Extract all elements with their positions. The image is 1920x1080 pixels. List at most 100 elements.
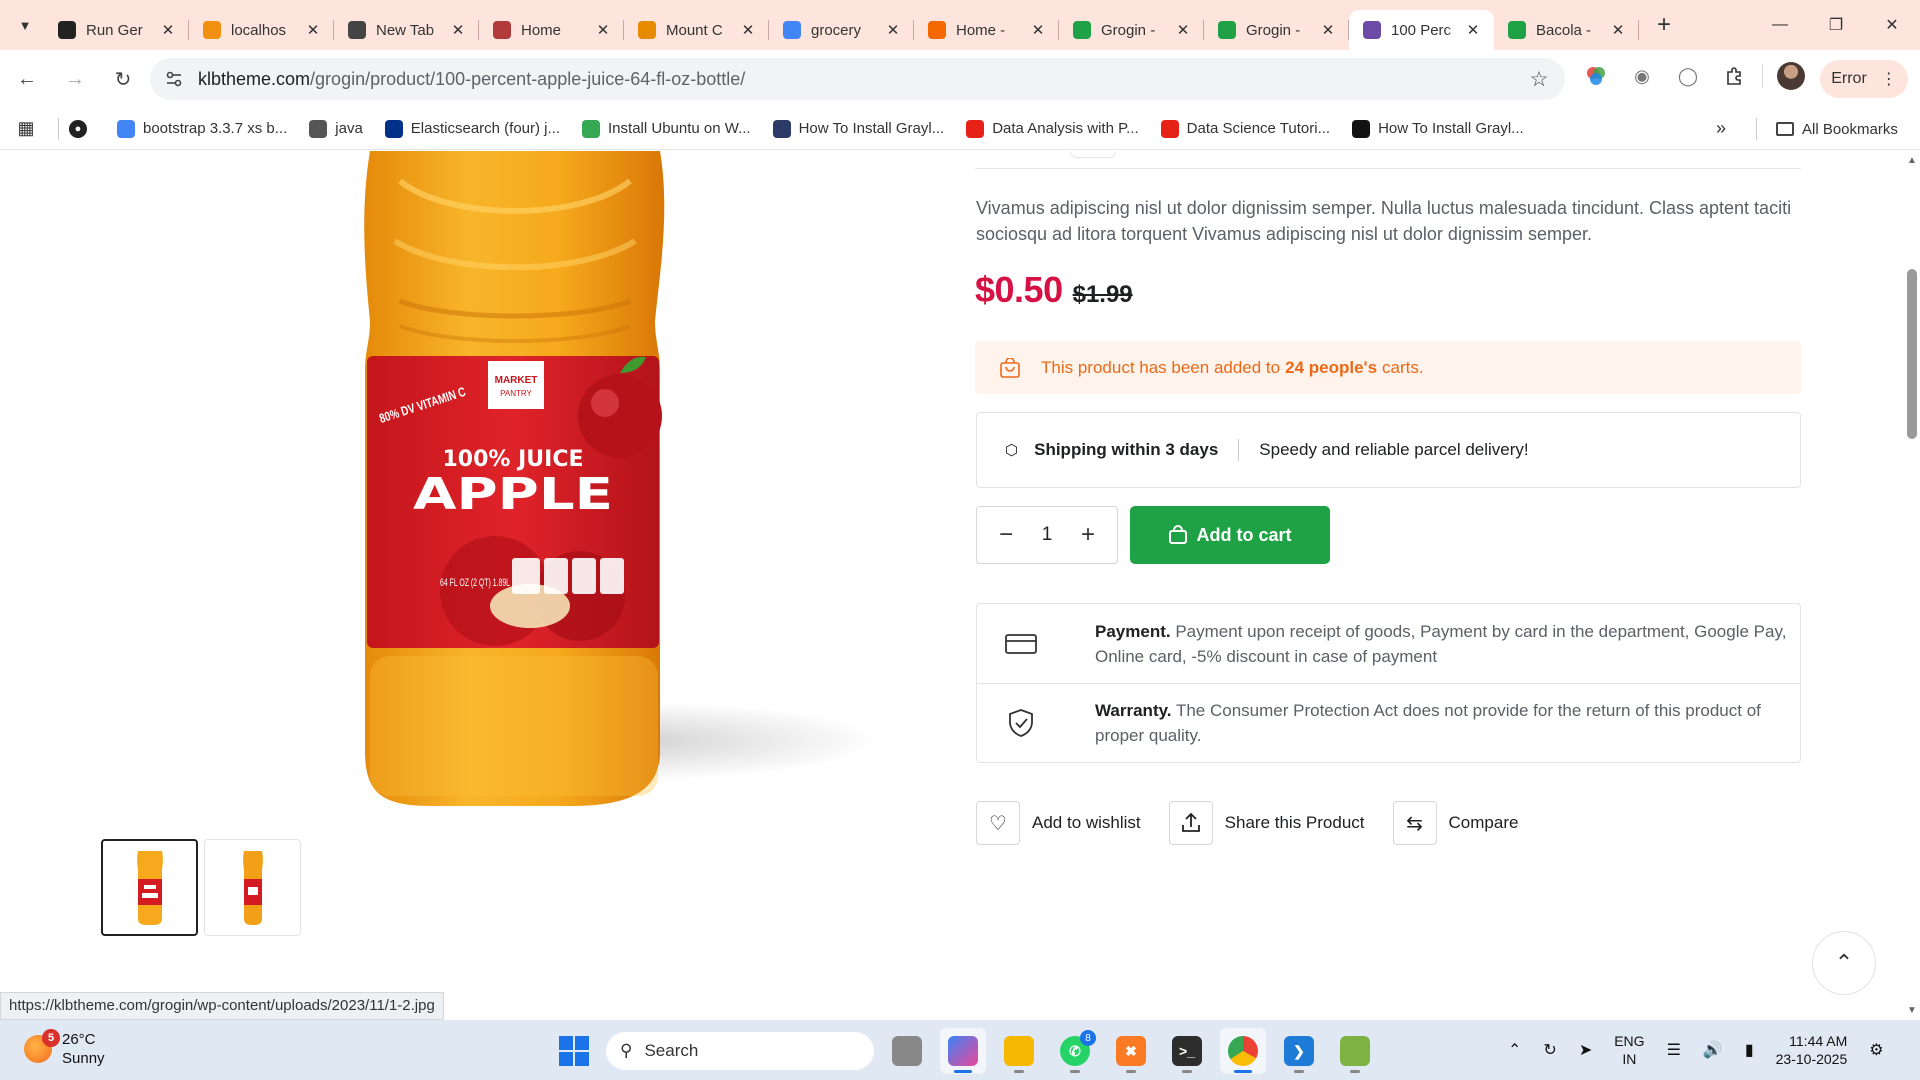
battery-icon[interactable]: ▮ [1745,1040,1754,1060]
close-tab-icon[interactable]: ✕ [1609,21,1627,39]
windows-start-icon[interactable] [552,1029,596,1073]
browser-tab[interactable]: grocery ✕ [769,10,914,50]
browser-tab[interactable]: Home - ✕ [914,10,1059,50]
new-tab-button[interactable]: + [1647,8,1681,42]
language-indicator[interactable]: ENG IN [1614,1032,1644,1068]
thumbnail-strip [101,839,301,936]
drive-icon [582,119,601,138]
product-main-image[interactable]: MARKET PANTRY 80% DV VITAMIN C 100% JUIC… [100,151,915,811]
close-tab-icon[interactable]: ✕ [1029,21,1047,39]
profile-button[interactable] [1773,58,1809,94]
url-text[interactable]: klbtheme.com/grogin/product/100-percent-… [198,69,1521,90]
browser-tab[interactable]: Run Ger ✕ [44,10,189,50]
location-arrow-icon[interactable]: ➤ [1579,1040,1592,1060]
scroll-down-arrow-icon[interactable]: ▼ [1907,1005,1917,1016]
more-bookmarks-icon[interactable]: » [1716,118,1726,139]
color-extension-icon[interactable] [1578,58,1614,94]
browser-tab[interactable]: Mount C ✕ [624,10,769,50]
scrollbar-thumb[interactable] [1907,269,1917,439]
notepad-icon[interactable] [1332,1028,1378,1074]
add-to-wishlist-button[interactable]: ♡ Add to wishlist [976,801,1141,845]
browser-tab[interactable]: Bacola - ✕ [1494,10,1639,50]
reload-button[interactable]: ↻ [102,58,144,100]
browser-tab[interactable]: Home ✕ [479,10,624,50]
whatsapp-icon[interactable]: ✆ 8 [1052,1028,1098,1074]
bookmark-item[interactable]: Data Science Tutori... [1160,119,1330,138]
error-button[interactable]: Error ⋮ [1820,60,1908,98]
all-bookmarks-button[interactable]: All Bookmarks [1776,108,1898,150]
copilot-icon[interactable] [940,1028,986,1074]
terminal-icon[interactable]: >_ [1164,1028,1210,1074]
active-indicator [954,1070,972,1073]
site-info-icon[interactable] [158,63,190,95]
scroll-to-top-button[interactable]: ⌃ [1812,931,1876,995]
browser-tab[interactable]: Grogin - ✕ [1204,10,1349,50]
close-tab-icon[interactable]: ✕ [739,21,757,39]
close-tab-icon[interactable]: ✕ [159,21,177,39]
task-view-icon[interactable] [884,1028,930,1074]
chevron-up-icon[interactable]: ⌃ [1508,1040,1521,1060]
bookmark-item[interactable]: java [309,119,363,138]
bookmark-item[interactable]: Elasticsearch (four) j... [384,119,560,138]
add-to-cart-button[interactable]: Add to cart [1130,506,1330,564]
browser-tab[interactable]: Grogin - ✕ [1059,10,1204,50]
puzzle-extensions-icon[interactable] [1716,58,1752,94]
whatsapp-badge: 8 [1080,1030,1096,1046]
bookmark-star-icon[interactable]: ☆ [1521,67,1557,92]
minimize-button[interactable]: — [1752,0,1808,50]
decrease-quantity-button[interactable]: − [995,521,1017,549]
taskbar-search-box[interactable]: ⚲ Search [606,1032,874,1070]
bookmark-label: bootstrap 3.3.7 xs b... [143,120,288,137]
compare-button[interactable]: ⇆ Compare [1392,801,1518,845]
close-window-button[interactable]: ✕ [1864,0,1920,50]
sync-icon[interactable]: ↻ [1543,1040,1556,1060]
weather-widget[interactable]: 5 26°C Sunny [24,1029,105,1068]
back-button[interactable]: ← [6,58,48,100]
label-brand-line1: MARKET [495,375,538,386]
bacola-icon [1508,21,1526,39]
chrome-icon[interactable] [1220,1028,1266,1074]
quantity-value[interactable]: 1 [1042,524,1053,546]
share-product-button[interactable]: Share this Product [1168,801,1365,845]
vscode-icon[interactable]: ❯ [1276,1028,1322,1074]
volume-icon[interactable]: 🔊 [1703,1040,1723,1060]
close-tab-icon[interactable]: ✕ [1174,21,1192,39]
xampp-icon[interactable]: ✖ [1108,1028,1154,1074]
notifications-icon[interactable]: ⚙ [1869,1040,1883,1060]
restore-button[interactable]: ❐ [1808,0,1864,50]
extension-icon-3[interactable]: ◯ [1670,58,1706,94]
wifi-icon[interactable]: ☰ [1667,1040,1681,1060]
apps-grid-icon[interactable]: ▦ [4,118,48,139]
close-tab-icon[interactable]: ✕ [304,21,322,39]
browser-tab[interactable]: 100 Perc ✕ [1349,10,1494,50]
bookmark-item[interactable]: bootstrap 3.3.7 xs b... [117,119,288,138]
close-tab-icon[interactable]: ✕ [884,21,902,39]
kebab-menu-icon: ⋮ [1880,71,1897,88]
close-tab-icon[interactable]: ✕ [1464,21,1482,39]
file-explorer-icon[interactable] [996,1028,1042,1074]
tab-search-button[interactable]: ▼ [6,8,44,42]
payment-description: Payment upon receipt of goods, Payment b… [1095,621,1787,666]
thumbnail-1[interactable] [101,839,198,936]
bookmark-globe[interactable]: ● [69,119,95,138]
forward-button[interactable]: → [54,58,96,100]
page-scrollbar[interactable]: ▲ ▼ [1904,151,1920,1020]
thumbnail-2[interactable] [204,839,301,936]
clock[interactable]: 11:44 AM 23-10-2025 [1776,1032,1848,1068]
browser-tab[interactable]: New Tab ✕ [334,10,479,50]
bookmark-item[interactable]: Data Analysis with P... [966,119,1139,138]
close-tab-icon[interactable]: ✕ [594,21,612,39]
address-bar[interactable]: klbtheme.com/grogin/product/100-percent-… [150,58,1565,100]
increase-quantity-button[interactable]: + [1077,521,1099,549]
bookmark-item[interactable]: How To Install Grayl... [772,119,944,138]
tab-title: Run Ger [86,21,143,39]
bookmark-item[interactable]: Install Ubuntu on W... [582,119,751,138]
browser-tab[interactable]: localhos ✕ [189,10,334,50]
bookmark-item[interactable]: How To Install Grayl... [1352,119,1524,138]
extension-icon-2[interactable]: ◉ [1624,58,1660,94]
close-tab-icon[interactable]: ✕ [1319,21,1337,39]
shipping-description: Speedy and reliable parcel delivery! [1259,440,1529,459]
scroll-up-arrow-icon[interactable]: ▲ [1907,155,1917,166]
close-tab-icon[interactable]: ✕ [449,21,467,39]
bookmark-separator [58,117,59,140]
